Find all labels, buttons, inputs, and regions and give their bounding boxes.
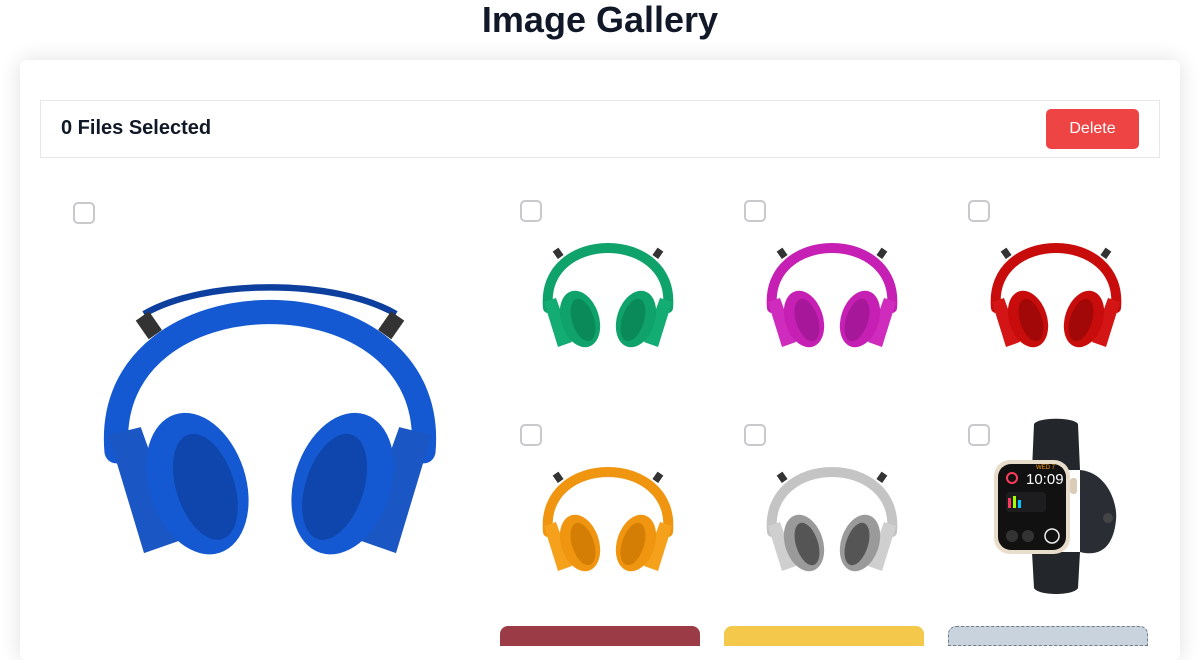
watch-time-label: 10:09 xyxy=(1026,471,1064,488)
select-checkbox[interactable] xyxy=(744,200,766,222)
page-title: Image Gallery xyxy=(481,0,719,40)
gallery-item-partial[interactable] xyxy=(500,626,700,646)
select-checkbox[interactable] xyxy=(520,200,542,222)
gallery-card: 0 Files Selected Delete WED 7 10:09 xyxy=(20,60,1180,660)
select-checkbox[interactable] xyxy=(968,200,990,222)
gallery-item-partial[interactable] xyxy=(948,626,1148,646)
select-checkbox[interactable] xyxy=(744,424,766,446)
gallery-item[interactable]: WED 7 10:09 xyxy=(956,412,1156,612)
select-checkbox[interactable] xyxy=(73,202,95,224)
headphones-blue-image xyxy=(104,284,436,555)
gallery-item[interactable] xyxy=(732,188,932,388)
gallery-item-featured[interactable] xyxy=(60,188,480,608)
gallery-item[interactable] xyxy=(732,412,932,612)
selection-toolbar: 0 Files Selected Delete xyxy=(40,100,1160,158)
gallery-item[interactable] xyxy=(508,188,708,388)
select-checkbox[interactable] xyxy=(968,424,990,446)
gallery-item[interactable] xyxy=(956,188,1156,388)
delete-button[interactable]: Delete xyxy=(1046,109,1139,149)
gallery-item[interactable] xyxy=(508,412,708,612)
selected-count-label: 0 Files Selected xyxy=(61,117,212,139)
gallery-item-partial[interactable] xyxy=(724,626,924,646)
select-checkbox[interactable] xyxy=(520,424,542,446)
